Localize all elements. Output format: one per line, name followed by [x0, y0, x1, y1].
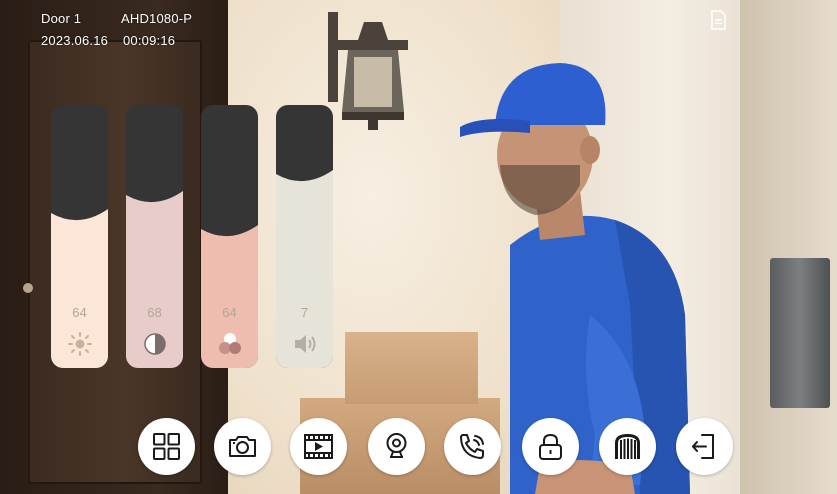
camera-model-label: AHD1080-P: [121, 11, 193, 26]
intercom-monitor-screen: Door 1 AHD1080-P 2023.06.16 00:09:16 64 …: [0, 0, 837, 494]
contrast-icon: [144, 333, 166, 355]
feed-arch-edge: [740, 0, 837, 494]
door-name-label: Door 1: [41, 11, 82, 26]
feed-wall-lamp: [328, 12, 408, 130]
volume-value: 7: [300, 305, 309, 320]
monitor-camera-button[interactable]: [368, 418, 425, 475]
date-label: 2023.06.16: [41, 33, 109, 48]
exit-button[interactable]: [676, 418, 733, 475]
split-view-button[interactable]: [138, 418, 195, 475]
color-value: 64: [222, 305, 237, 320]
brightness-icon: [68, 332, 92, 356]
film-icon: [304, 434, 333, 459]
contrast-value: 68: [147, 305, 162, 320]
grid-icon: [153, 433, 180, 460]
snapshot-button[interactable]: [214, 418, 271, 475]
color-slider[interactable]: 64: [201, 105, 258, 368]
slider-wave-edge: [276, 170, 333, 185]
feed-door-knob: [23, 283, 33, 293]
unlock-button[interactable]: [522, 418, 579, 475]
slider-wave-edge: [201, 225, 258, 240]
brightness-value: 64: [72, 305, 87, 320]
contrast-slider[interactable]: 68: [126, 105, 183, 368]
gate-button[interactable]: [599, 418, 656, 475]
gate-icon: [615, 434, 640, 459]
feed-door-frame: [0, 0, 228, 494]
brightness-slider[interactable]: 64: [51, 105, 108, 368]
camera-icon: [229, 436, 256, 457]
color-saturation-icon: [219, 333, 241, 354]
sd-card-icon: [711, 10, 726, 30]
lock-icon: [539, 433, 562, 460]
phone-call-icon: [460, 434, 484, 459]
slider-wave-edge: [51, 209, 108, 224]
playback-button[interactable]: [290, 418, 347, 475]
time-label: 00:09:16: [123, 33, 176, 48]
webcam-icon: [386, 433, 407, 458]
talk-button[interactable]: [444, 418, 501, 475]
volume-slider[interactable]: 7: [276, 105, 333, 368]
volume-icon: [295, 335, 316, 353]
feed-mailbox: [770, 258, 830, 408]
slider-wave-edge: [126, 191, 183, 206]
exit-icon: [692, 434, 714, 459]
